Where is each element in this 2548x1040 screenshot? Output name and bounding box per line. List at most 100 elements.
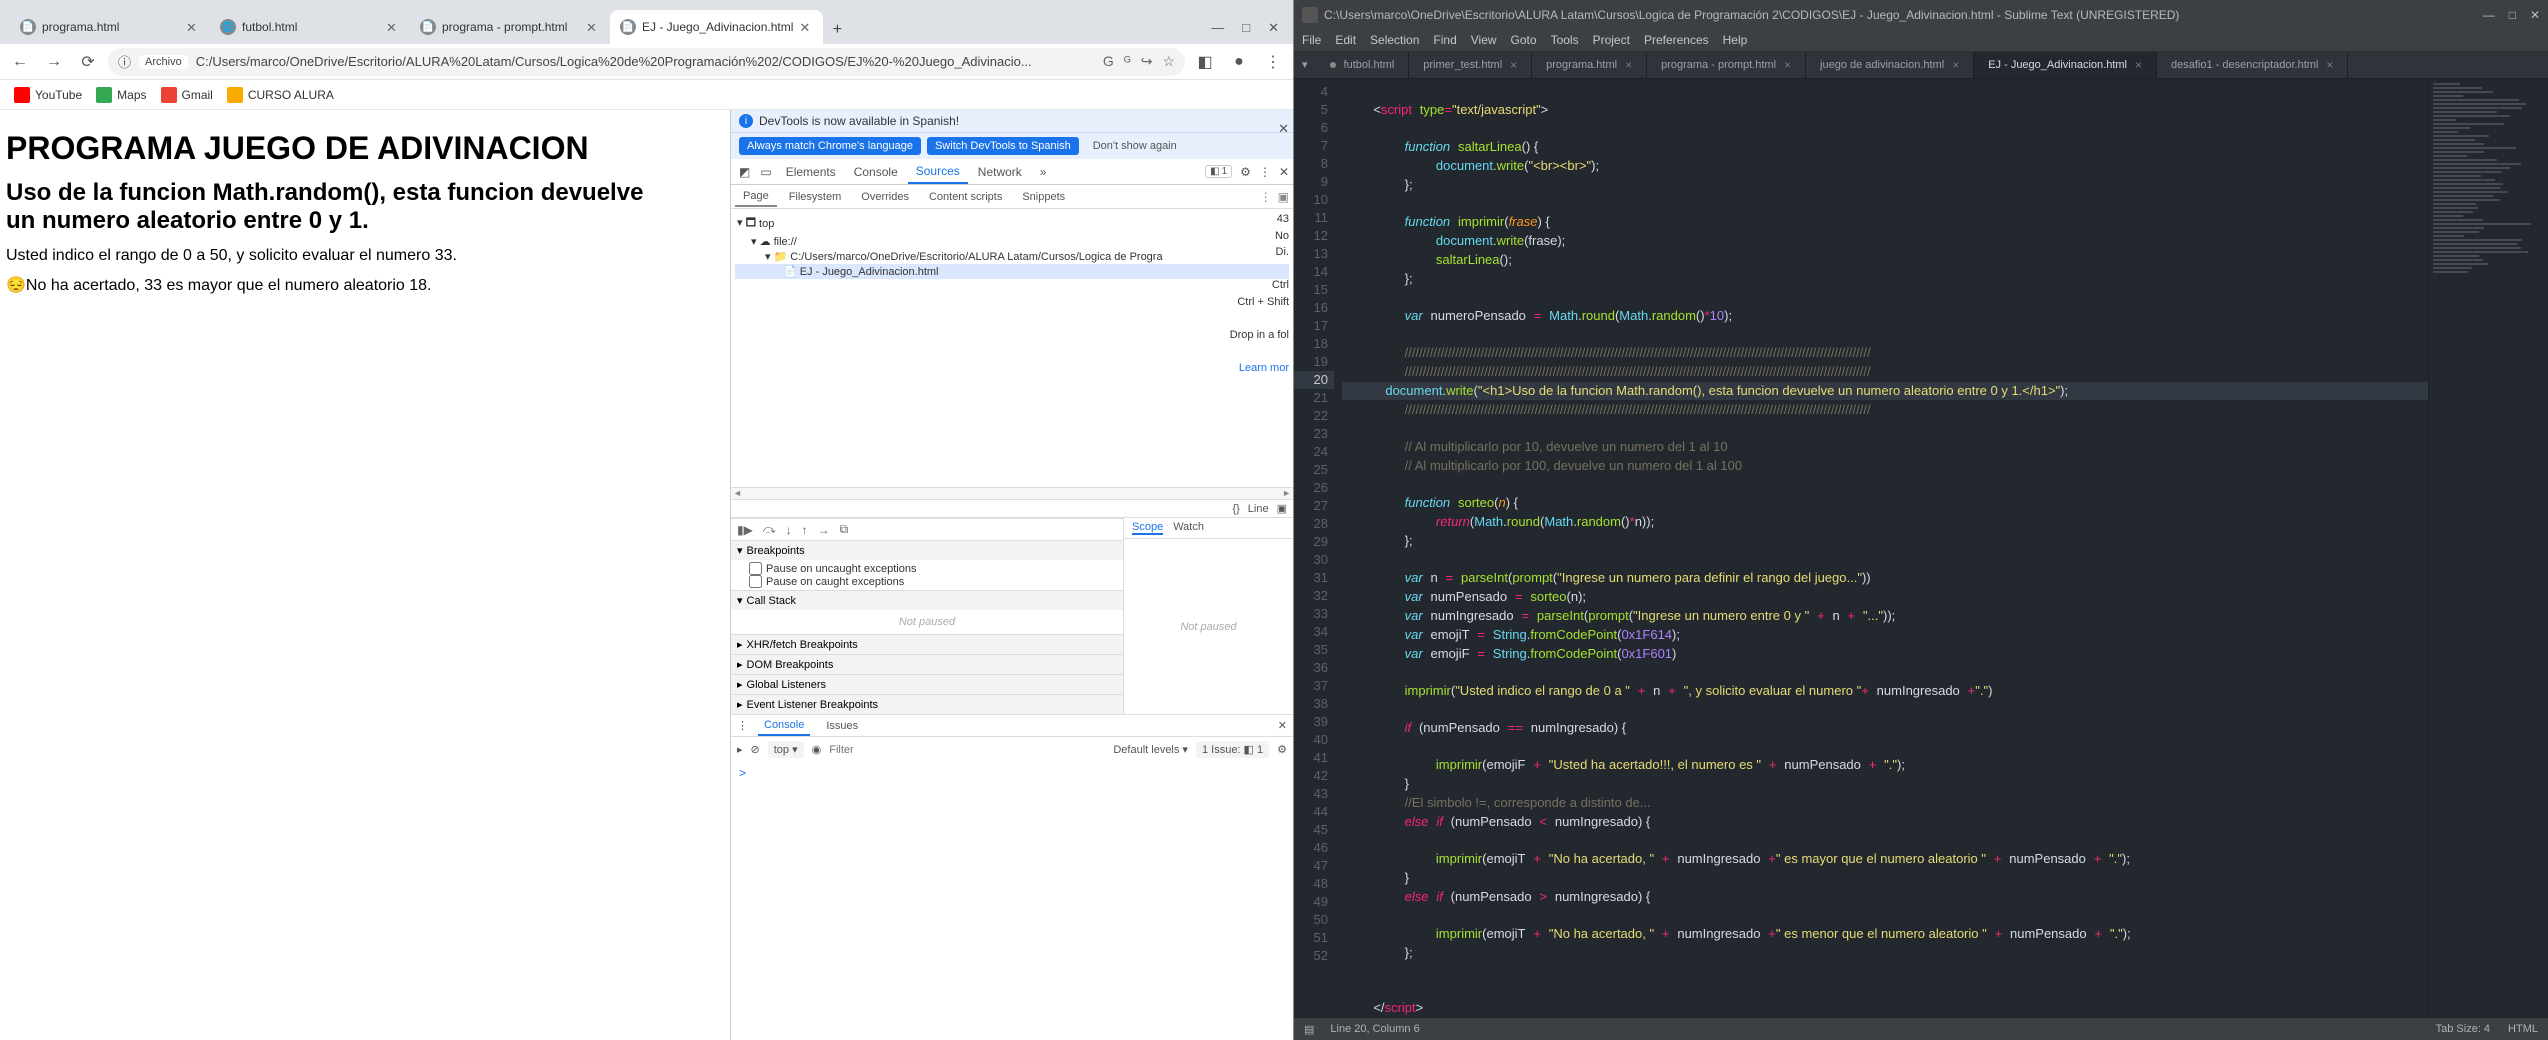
maximize-icon[interactable]: □	[2509, 8, 2516, 22]
minimap[interactable]	[2428, 79, 2548, 1018]
tab-network[interactable]: Network	[970, 161, 1030, 183]
levels-selector[interactable]: Default levels ▾	[1113, 743, 1188, 756]
console-body[interactable]: >	[731, 762, 1293, 1040]
bookmark-gmail[interactable]: Gmail	[161, 87, 213, 103]
subtab-snippets[interactable]: Snippets	[1014, 188, 1073, 206]
profile-avatar[interactable]: ●	[1225, 48, 1253, 76]
menu-view[interactable]: View	[1471, 33, 1497, 47]
back-button[interactable]: ←	[6, 48, 34, 76]
editor-tab-active[interactable]: EJ - Juego_Adivinacion.html×	[1974, 52, 2157, 79]
tab-size[interactable]: Tab Size: 4	[2436, 1023, 2490, 1035]
info-icon[interactable]: ⓘ	[118, 52, 131, 71]
acc-callstack[interactable]: ▾ Call Stack	[731, 590, 1123, 610]
tab-console[interactable]: Console	[758, 716, 810, 736]
menu-edit[interactable]: Edit	[1335, 33, 1356, 47]
tree-node[interactable]: top	[759, 218, 774, 230]
close-icon[interactable]: ✕	[586, 20, 600, 34]
menu-icon[interactable]: ⋮	[737, 719, 748, 732]
step-over-icon[interactable]: ⤼	[763, 522, 776, 537]
learn-more-link[interactable]: Learn mor	[1239, 362, 1289, 374]
menu-project[interactable]: Project	[1593, 33, 1630, 47]
address-bar[interactable]: ⓘ Archivo C:/Users/marco/OneDrive/Escrit…	[108, 48, 1185, 76]
filter-input[interactable]	[829, 744, 919, 756]
step-out-icon[interactable]: ↑	[802, 523, 808, 537]
new-tab-button[interactable]: +	[823, 16, 851, 44]
step-icon[interactable]: →	[818, 523, 830, 537]
line-gutter[interactable]: 4567891011121314151617181920212223242526…	[1294, 79, 1334, 1018]
expand-icon[interactable]: ▸	[737, 743, 743, 756]
star-icon[interactable]: ☆	[1162, 53, 1175, 70]
close-icon[interactable]: ✕	[799, 20, 813, 34]
close-icon[interactable]: ✕	[386, 20, 400, 34]
maximize-icon[interactable]: □	[1242, 20, 1250, 36]
close-icon[interactable]: ×	[1625, 58, 1632, 72]
tree-node[interactable]: C:/Users/marco/OneDrive/Escritorio/ALURA…	[790, 251, 1162, 263]
close-icon[interactable]: ✕	[186, 20, 200, 34]
tab-watch[interactable]: Watch	[1173, 521, 1204, 535]
device-icon[interactable]: ▭	[756, 165, 775, 179]
menu-file[interactable]: File	[1302, 33, 1321, 47]
editor-tab[interactable]: desafio1 - desencriptador.html×	[2157, 52, 2348, 79]
extensions-icon[interactable]: ◧	[1191, 48, 1219, 76]
switch-lang-button[interactable]: Switch DevTools to Spanish	[927, 137, 1079, 155]
deactivate-bp-icon[interactable]: ⧉	[840, 522, 849, 537]
tab-scope[interactable]: Scope	[1132, 521, 1163, 535]
always-match-button[interactable]: Always match Chrome's language	[739, 137, 921, 155]
tab-dropdown-icon[interactable]: ▾	[1294, 52, 1316, 79]
menu-icon[interactable]: ⋮	[1259, 165, 1271, 179]
eye-icon[interactable]: ◉	[812, 743, 822, 756]
expand-icon[interactable]: ▣	[1278, 190, 1289, 204]
bookmark-youtube[interactable]: YouTube	[14, 87, 82, 103]
minimize-icon[interactable]: —	[1211, 20, 1224, 36]
subtab-page[interactable]: Page	[735, 187, 777, 207]
translate-icon[interactable]: ᴳ	[1124, 53, 1131, 70]
clear-icon[interactable]: ⊘	[751, 743, 760, 756]
context-selector[interactable]: top ▾	[768, 741, 804, 758]
tree-node[interactable]: file://	[774, 236, 797, 248]
menu-icon[interactable]: ⋮	[1260, 190, 1272, 204]
issues-badge[interactable]: ◧ 1	[1205, 165, 1232, 178]
close-icon[interactable]: ✕	[1278, 719, 1287, 732]
reload-button[interactable]: ⟳	[74, 48, 102, 76]
google-icon[interactable]: G	[1103, 53, 1114, 70]
syntax-mode[interactable]: HTML	[2508, 1023, 2538, 1035]
tab-elements[interactable]: Elements	[778, 161, 844, 183]
acc-xhr[interactable]: ▸ XHR/fetch Breakpoints	[731, 634, 1123, 654]
issue-chip[interactable]: 1 Issue: ◧ 1	[1196, 741, 1269, 758]
pause-caught-checkbox[interactable]: Pause on caught exceptions	[749, 575, 1105, 588]
acc-dom[interactable]: ▸ DOM Breakpoints	[731, 654, 1123, 674]
browser-tab-active[interactable]: 📄EJ - Juego_Adivinacion.html✕	[610, 10, 823, 44]
editor-tab[interactable]: juego de adivinacion.html×	[1806, 52, 1974, 79]
editor-tab[interactable]: programa - prompt.html×	[1647, 52, 1806, 79]
bookmark-maps[interactable]: Maps	[96, 87, 146, 103]
close-icon[interactable]: ✕	[1268, 20, 1279, 36]
settings-icon[interactable]: ⚙	[1277, 743, 1287, 756]
step-into-icon[interactable]: ↓	[786, 523, 792, 537]
acc-breakpoints[interactable]: ▾ Breakpoints	[731, 540, 1123, 560]
browser-tab[interactable]: 🌐futbol.html✕	[210, 10, 410, 44]
pause-icon[interactable]: ▮▶	[737, 523, 753, 537]
inspect-icon[interactable]: ◩	[735, 165, 754, 179]
browser-tab[interactable]: 📄programa.html✕	[10, 10, 210, 44]
close-icon[interactable]: ×	[2135, 58, 2142, 72]
tab-console[interactable]: Console	[846, 161, 906, 183]
close-icon[interactable]: ×	[1952, 58, 1959, 72]
close-icon[interactable]: ×	[2326, 58, 2333, 72]
close-icon[interactable]: ✕	[2530, 8, 2540, 22]
subtab-content-scripts[interactable]: Content scripts	[921, 188, 1010, 206]
code-area[interactable]: <script type="text/javascript"> function…	[1334, 79, 2428, 1018]
close-icon[interactable]: ×	[1510, 58, 1517, 72]
menu-help[interactable]: Help	[1723, 33, 1748, 47]
editor-tab[interactable]: primer_test.html×	[1409, 52, 1532, 79]
menu-icon[interactable]: ⋮	[1259, 48, 1287, 76]
settings-icon[interactable]: ⚙	[1240, 165, 1251, 179]
editor-tab[interactable]: futbol.html	[1316, 52, 1410, 79]
panel-icon[interactable]: ▤	[1304, 1023, 1314, 1036]
menu-tools[interactable]: Tools	[1551, 33, 1579, 47]
menu-preferences[interactable]: Preferences	[1644, 33, 1709, 47]
acc-event[interactable]: ▸ Event Listener Breakpoints	[731, 694, 1123, 714]
h-scrollbar[interactable]	[731, 487, 1293, 499]
tab-sources[interactable]: Sources	[908, 160, 968, 184]
share-icon[interactable]: ↪	[1141, 53, 1153, 70]
close-icon[interactable]: ✕	[1278, 121, 1289, 137]
